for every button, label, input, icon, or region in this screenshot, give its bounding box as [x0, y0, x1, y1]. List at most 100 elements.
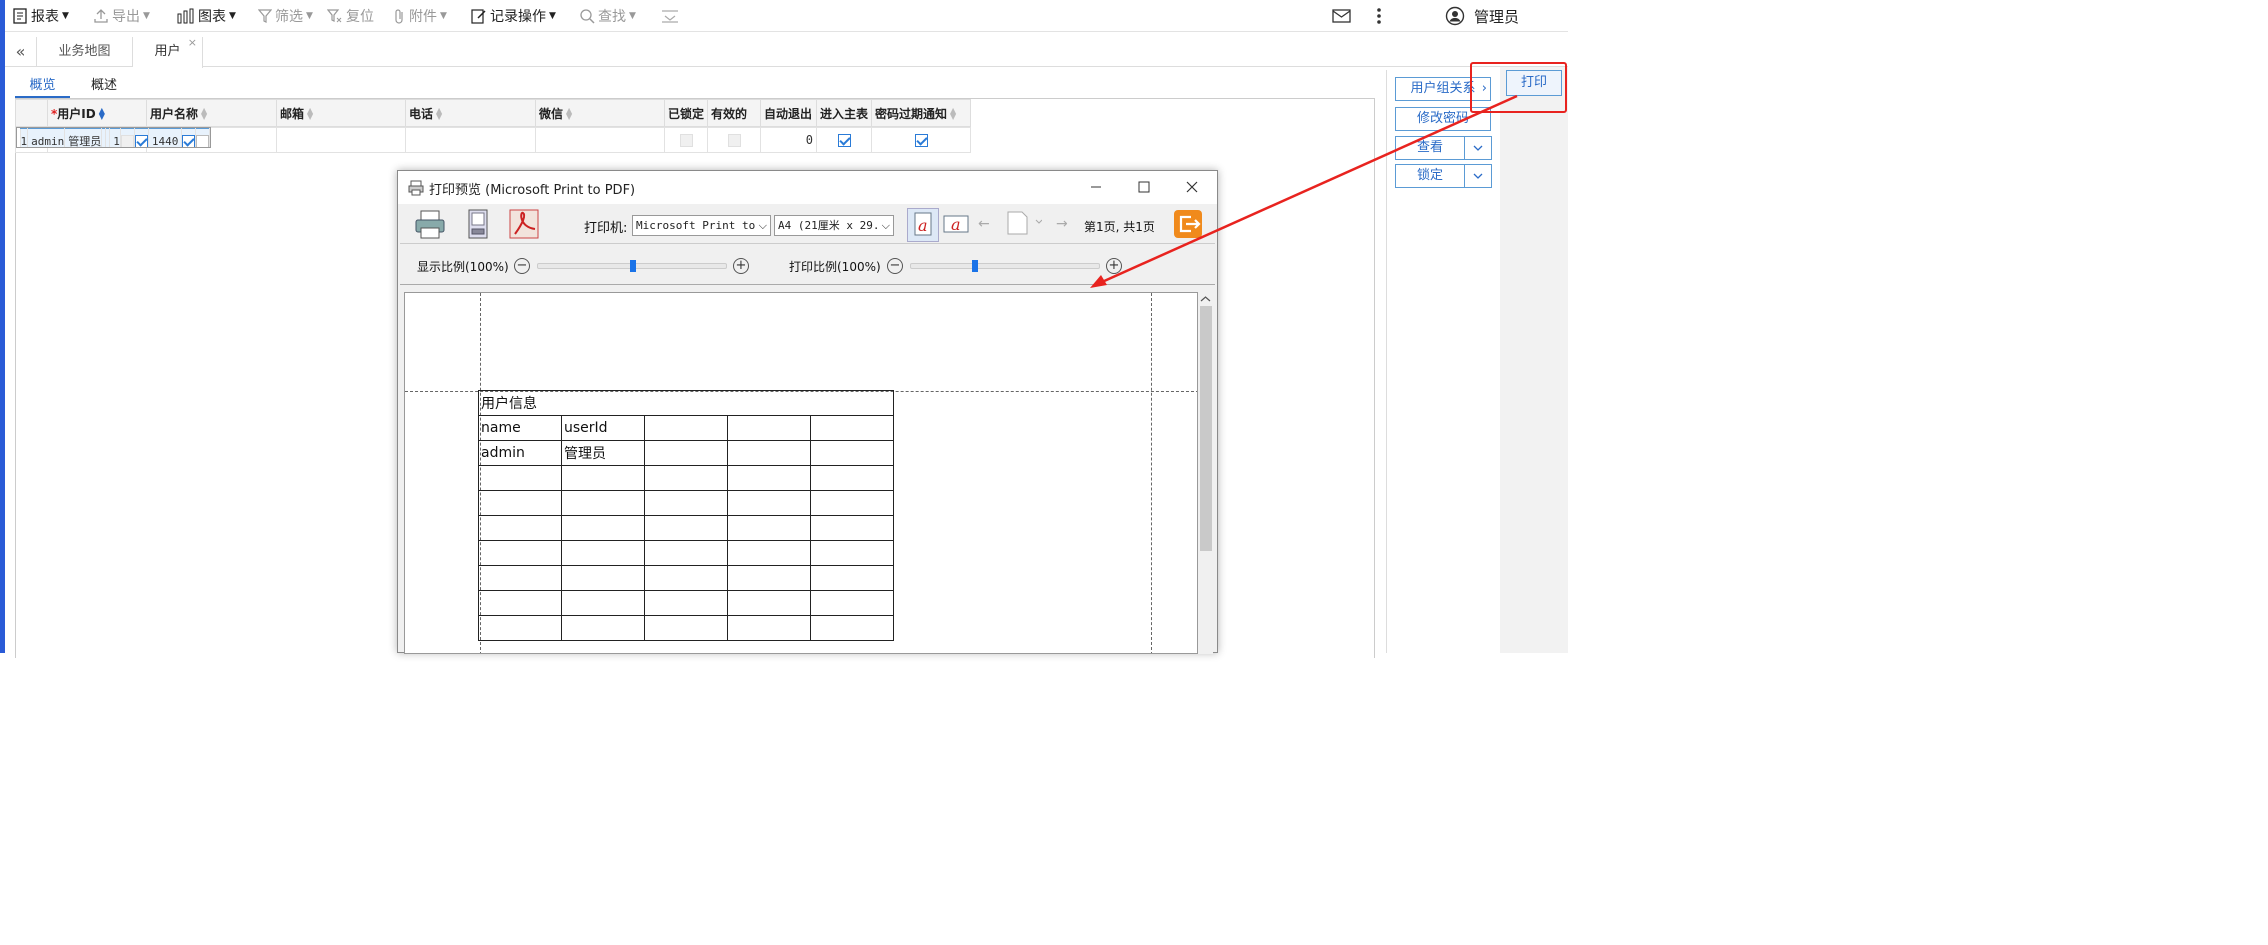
col-pwd-expire[interactable]: 密码过期通知 ▲ ▼	[871, 99, 971, 127]
sort-icon[interactable]: ▲ ▼	[566, 107, 576, 121]
preview-cell	[478, 465, 562, 491]
collapse-toolbar-button[interactable]	[661, 6, 682, 26]
tab-close-icon[interactable]: ×	[188, 28, 197, 58]
cell-email[interactable]	[276, 127, 406, 153]
cell-locked[interactable]	[664, 127, 708, 153]
collapse-nav-button[interactable]: «	[5, 37, 37, 67]
page-layout-button[interactable]	[1002, 208, 1043, 242]
record-ops-menu[interactable]: 记录操作 ▼	[471, 6, 556, 26]
sort-icon[interactable]: ▲ ▼	[201, 107, 211, 121]
display-zoom-in-button[interactable]: +	[733, 258, 749, 274]
checkbox[interactable]	[120, 135, 134, 147]
export-menu[interactable]: 导出 ▼	[93, 6, 150, 26]
prev-page-button[interactable]: ←	[978, 216, 990, 232]
checkbox[interactable]	[196, 135, 210, 147]
print-zoom-out-button[interactable]: −	[887, 258, 903, 274]
preview-cell	[644, 565, 728, 591]
report-menu[interactable]: 报表 ▼	[12, 6, 69, 26]
pdf-icon	[509, 209, 539, 239]
col-valid[interactable]: 有效的	[707, 99, 761, 127]
reset-button[interactable]: 复位	[327, 6, 374, 26]
sort-icon[interactable]: ▲ ▼	[436, 107, 446, 121]
col-email[interactable]: 邮箱 ▲ ▼	[276, 99, 406, 127]
cell-user-id[interactable]: admin	[27, 128, 66, 147]
portrait-button[interactable]: a	[907, 208, 939, 242]
filter-menu[interactable]: 筛选 ▼	[258, 6, 313, 26]
cell-phone[interactable]	[405, 127, 536, 153]
close-button[interactable]	[1180, 171, 1204, 204]
checkbox[interactable]	[134, 135, 148, 147]
col-wechat[interactable]: 微信 ▲ ▼	[535, 99, 665, 127]
checkbox[interactable]	[914, 134, 928, 147]
cell-wechat[interactable]: 1	[109, 128, 121, 147]
col-user-id[interactable]: *用户ID ▲ ▼	[47, 99, 147, 127]
cell-valid[interactable]	[707, 127, 761, 153]
col-phone[interactable]: 电话 ▲ ▼	[405, 99, 536, 127]
preview-cell	[810, 615, 894, 641]
preview-cell	[561, 540, 645, 566]
attachment-menu[interactable]: 附件 ▼	[394, 6, 447, 26]
minimize-button[interactable]	[1084, 171, 1108, 204]
slider-thumb[interactable]	[630, 260, 636, 272]
print-zoom-in-button[interactable]: +	[1106, 258, 1122, 274]
slider-thumb[interactable]	[971, 260, 978, 272]
sort-icon[interactable]: ▲ ▼	[307, 107, 317, 121]
find-menu[interactable]: 查找 ▼	[579, 6, 636, 26]
printer-select[interactable]: Microsoft Print to ⌵	[632, 215, 771, 236]
sort-icon[interactable]: ▲ ▼	[950, 107, 960, 121]
preview-scrollbar[interactable]	[1198, 292, 1213, 654]
lock-dropdown-button[interactable]	[1464, 164, 1492, 188]
lock-button[interactable]: 锁定	[1395, 164, 1465, 188]
view-button[interactable]: 查看	[1395, 136, 1465, 160]
cell-pwd-expire[interactable]	[195, 128, 211, 147]
printer-settings-button[interactable]	[460, 207, 498, 241]
cell-auto-logout[interactable]: 1440	[147, 128, 183, 147]
more-button[interactable]	[1374, 6, 1387, 26]
print-zoom-slider[interactable]	[910, 260, 1100, 272]
tab-overview[interactable]: 概览	[15, 74, 70, 98]
svg-text:a: a	[918, 216, 928, 235]
checkbox[interactable]	[182, 135, 196, 147]
tab-users[interactable]: 用户 ×	[133, 36, 203, 68]
preview-cell	[810, 515, 894, 541]
cell-enter-main[interactable]	[816, 127, 872, 153]
col-enter-main[interactable]: 进入主表	[816, 99, 872, 127]
cell-enter-main[interactable]	[181, 128, 197, 147]
exit-icon	[1174, 210, 1202, 238]
mail-button[interactable]	[1332, 6, 1355, 26]
cell-user-name[interactable]: 管理员	[64, 128, 103, 147]
display-zoom-out-button[interactable]: −	[514, 258, 530, 274]
chart-menu[interactable]: 图表 ▼	[177, 6, 236, 26]
landscape-button[interactable]: a	[941, 208, 973, 242]
view-dropdown-button[interactable]	[1464, 136, 1492, 160]
display-zoom-slider[interactable]	[537, 260, 727, 272]
export-pdf-button[interactable]	[505, 207, 543, 241]
maximize-button[interactable]	[1132, 171, 1156, 204]
maximize-icon	[1138, 181, 1150, 193]
exit-preview-button[interactable]	[1173, 209, 1205, 241]
scrollbar-thumb[interactable]	[1200, 306, 1212, 551]
print-now-button[interactable]	[412, 207, 450, 241]
tab-summary[interactable]: 概述	[91, 74, 117, 93]
cell-valid[interactable]	[133, 128, 149, 147]
user-menu[interactable]: 管理员	[1445, 6, 1519, 26]
dialog-titlebar[interactable]: 打印预览 (Microsoft Print to PDF)	[398, 171, 1217, 204]
col-user-name[interactable]: 用户名称 ▲ ▼	[146, 99, 277, 127]
plus-icon: +	[735, 258, 747, 273]
landscape-icon: a	[943, 215, 969, 234]
cell-locked[interactable]	[119, 128, 135, 147]
filter-reset-icon	[327, 9, 342, 23]
checkbox[interactable]	[837, 134, 851, 147]
cell-pwd-expire[interactable]	[871, 127, 971, 153]
tab-business-map[interactable]: 业务地图	[37, 37, 133, 67]
next-page-button[interactable]: →	[1056, 216, 1068, 232]
checkbox[interactable]	[727, 134, 741, 147]
checkbox[interactable]	[679, 134, 693, 147]
sort-icon[interactable]: ▲ ▼	[99, 107, 109, 121]
paper-select[interactable]: A4 (21厘米 x 29. ⌵	[774, 215, 894, 236]
cell-wechat[interactable]	[535, 127, 665, 153]
table-row[interactable]: 1 admin 管理员 1 1440	[15, 127, 212, 148]
col-locked[interactable]: 已锁定	[664, 99, 708, 127]
cell-auto-logout[interactable]: 0	[760, 127, 817, 153]
col-auto-logout[interactable]: 自动退出	[760, 99, 817, 127]
